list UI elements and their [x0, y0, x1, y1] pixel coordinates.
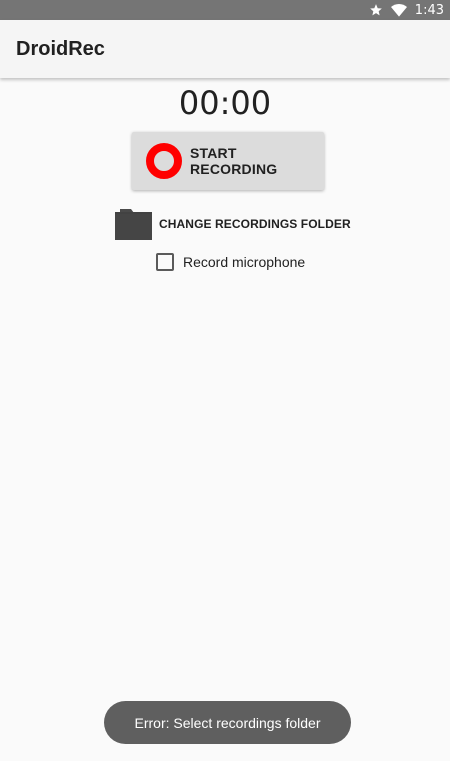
app-title: DroidRec [16, 37, 105, 60]
error-toast: Error: Select recordings folder [104, 701, 351, 744]
status-time: 1:43 [414, 2, 444, 18]
wifi-icon [390, 3, 407, 17]
start-recording-button[interactable]: START RECORDING [132, 132, 324, 190]
toast-message: Error: Select recordings folder [134, 714, 321, 731]
folder-icon [114, 208, 153, 240]
app-bar: DroidRec [0, 20, 450, 78]
start-recording-label: START RECORDING [190, 145, 278, 177]
status-bar: 1:43 [0, 0, 450, 20]
change-folder-label: CHANGE RECORDINGS FOLDER [159, 217, 351, 231]
record-microphone-option[interactable]: Record microphone [156, 251, 305, 273]
record-icon [146, 143, 182, 179]
change-folder-button[interactable]: CHANGE RECORDINGS FOLDER [114, 208, 351, 240]
star-icon [369, 3, 383, 17]
record-microphone-label: Record microphone [183, 254, 306, 270]
recording-timer: 00:00 [178, 84, 272, 122]
record-microphone-checkbox[interactable] [156, 253, 174, 271]
